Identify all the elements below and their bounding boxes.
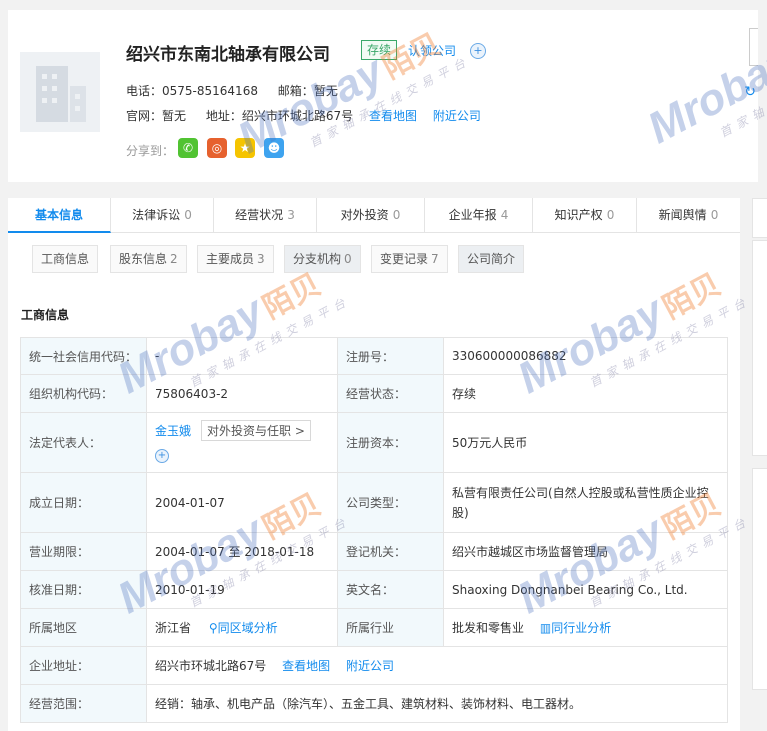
address-label: 企业地址：	[20, 646, 147, 685]
authority-label: 登记机关：	[337, 532, 444, 571]
legal-rep-label: 法定代表人：	[20, 412, 147, 473]
legal-rep-cell: 金玉娥 对外投资与任职 > +	[146, 412, 338, 473]
company-detail-panel: 基本信息 法律诉讼 0 经营状况 3 对外投资 0 企业年报 4 知识产权 0 新闻舆情 0…	[8, 198, 740, 731]
capital-value: 50万元人民币	[443, 412, 728, 473]
scope-label: 经营范围：	[20, 684, 147, 723]
approved-label: 核准日期：	[20, 570, 147, 609]
claim-company-link[interactable]: 认领公司	[408, 42, 456, 59]
authority-value: 绍兴市越城区市场监督管理局	[443, 532, 728, 571]
reg-no-label: 注册号：	[337, 337, 444, 375]
side-panel-top	[752, 198, 767, 238]
english-name-label: 英文名：	[337, 570, 444, 609]
table-row: 成立日期： 2004-01-07 公司类型： 私营有限责任公司(自然人控股或私营…	[20, 472, 728, 533]
tab-news[interactable]: 新闻舆情 0	[637, 198, 740, 232]
section-title: 工商信息	[21, 308, 70, 322]
main-tabs: 基本信息 法律诉讼 0 经营状况 3 对外投资 0 企业年报 4 知识产权 0 新闻舆情 0	[8, 198, 740, 233]
qzone-icon[interactable]: ★	[235, 138, 255, 158]
tab-annual-report[interactable]: 企业年报 4	[425, 198, 533, 232]
capital-label: 注册资本：	[337, 412, 444, 473]
nearby-companies-link[interactable]: 附近公司	[433, 109, 481, 123]
tab-legal[interactable]: 法律诉讼 0	[111, 198, 214, 232]
table-row: 统一社会信用代码： - 注册号： 330600000086882	[20, 337, 728, 375]
email-value: 暂无	[313, 84, 338, 98]
view-map-link[interactable]: 查看地图	[369, 109, 417, 123]
region-cell: 浙江省 ⚲同区域分析	[146, 608, 338, 647]
org-code-label: 组织机构代码：	[20, 374, 147, 413]
legal-rep-link[interactable]: 金玉娥	[155, 424, 191, 438]
business-info-table: 统一社会信用代码： - 注册号： 330600000086882 组织机构代码：…	[20, 337, 728, 723]
wechat-icon[interactable]: ✆	[178, 138, 198, 158]
address-value: 绍兴市环城北路67号	[241, 109, 354, 123]
industry-analysis-link[interactable]: ▥同行业分析	[540, 621, 611, 635]
address-map-link[interactable]: 查看地图	[282, 659, 330, 673]
tab-basic-info[interactable]: 基本信息	[8, 198, 111, 233]
side-panel-middle	[752, 240, 767, 456]
table-row: 营业期限： 2004-01-07 至 2018-01-18 登记机关： 绍兴市越…	[20, 532, 728, 571]
side-panel-bottom	[752, 468, 767, 690]
tab-ip[interactable]: 知识产权 0	[533, 198, 637, 232]
credit-code-value: -	[146, 337, 338, 375]
type-label: 公司类型：	[337, 472, 444, 533]
phone-value: 0575-85164168	[162, 84, 258, 98]
industry-label: 所属行业	[337, 608, 444, 647]
region-value: 浙江省	[155, 621, 192, 635]
phone-label: 电话：	[126, 84, 163, 98]
investment-roles-button[interactable]: 对外投资与任职 >	[201, 420, 311, 441]
status-badge: 存续	[361, 40, 398, 60]
region-label: 所属地区	[20, 608, 147, 647]
table-row: 核准日期： 2010-01-19 英文名： Shaoxing Dongnanbe…	[20, 570, 728, 609]
company-header: 绍兴市东南北轴承有限公司 存续 认领公司 + 电话：0575-85164168 …	[8, 10, 758, 182]
english-name-value: Shaoxing Dongnanbei Bearing Co., Ltd.	[443, 570, 728, 609]
location-pin-icon: ⚲	[208, 621, 218, 635]
address-nearby-link[interactable]: 附近公司	[346, 659, 394, 673]
contact-line: 电话：0575-85164168 邮箱：暂无	[126, 82, 338, 99]
share-label: 分享到：	[126, 144, 175, 158]
tab-investment[interactable]: 对外投资 0	[317, 198, 425, 232]
follow-plus-icon[interactable]: +	[470, 43, 486, 59]
founded-label: 成立日期：	[20, 472, 147, 533]
address-cell: 绍兴市环城北路67号 查看地图 附近公司	[146, 646, 728, 685]
industry-cell: 批发和零售业 ▥同行业分析	[443, 608, 728, 647]
table-row: 法定代表人： 金玉娥 对外投资与任职 > + 注册资本： 50万元人民币	[20, 412, 728, 473]
company-logo-placeholder	[20, 52, 100, 132]
status-value: 存续	[443, 374, 728, 413]
email-label: 邮箱：	[277, 84, 314, 98]
founded-value: 2004-01-07	[146, 472, 338, 533]
region-analysis-link[interactable]: ⚲同区域分析	[209, 621, 278, 635]
status-label: 经营状态：	[337, 374, 444, 413]
tab-operations[interactable]: 经营状况 3	[214, 198, 317, 232]
reg-no-value: 330600000086882	[443, 337, 728, 375]
term-value: 2004-01-07 至 2018-01-18	[146, 532, 338, 571]
weibo-icon[interactable]: ◎	[207, 138, 227, 158]
scope-value: 经销：轴承、机电产品（除汽车）、五金工具、建筑材料、装饰材料、电工器材。	[146, 684, 728, 723]
refresh-icon[interactable]: ↻	[744, 84, 756, 100]
company-name: 绍兴市东南北轴承有限公司	[126, 45, 330, 65]
table-row: 企业地址： 绍兴市环城北路67号 查看地图 附近公司	[20, 646, 728, 685]
table-row: 经营范围： 经销：轴承、机电产品（除汽车）、五金工具、建筑材料、装饰材料、电工器…	[20, 684, 728, 723]
industry-value: 批发和零售业	[452, 621, 525, 635]
website-label: 官网：	[126, 109, 163, 123]
subtab-branches[interactable]: 分支机构 0	[284, 245, 361, 273]
subtab-business-info[interactable]: 工商信息	[32, 245, 99, 273]
term-label: 营业期限：	[20, 532, 147, 571]
table-row: 组织机构代码： 75806403-2 经营状态： 存续	[20, 374, 728, 413]
qq-icon[interactable]: ☻	[264, 138, 284, 158]
address-label: 地址：	[205, 109, 242, 123]
website-address-line: 官网：暂无 地址：绍兴市环城北路67号 查看地图 附近公司	[126, 107, 481, 124]
header-side-button[interactable]	[749, 28, 758, 66]
address-value: 绍兴市环城北路67号	[155, 659, 267, 673]
subtab-members[interactable]: 主要成员 3	[197, 245, 274, 273]
subtab-shareholders[interactable]: 股东信息 2	[110, 245, 187, 273]
website-value: 暂无	[162, 109, 187, 123]
credit-code-label: 统一社会信用代码：	[20, 337, 147, 375]
follow-person-icon[interactable]: +	[155, 449, 169, 463]
approved-value: 2010-01-19	[146, 570, 338, 609]
table-row: 所属地区 浙江省 ⚲同区域分析 所属行业 批发和零售业 ▥同行业分析	[20, 608, 728, 647]
subtab-profile[interactable]: 公司简介	[458, 245, 525, 273]
org-code-value: 75806403-2	[146, 374, 338, 413]
type-value: 私营有限责任公司(自然人控股或私营性质企业控股)	[443, 472, 728, 533]
subtab-changes[interactable]: 变更记录 7	[371, 245, 448, 273]
bar-chart-icon: ▥	[539, 621, 552, 635]
